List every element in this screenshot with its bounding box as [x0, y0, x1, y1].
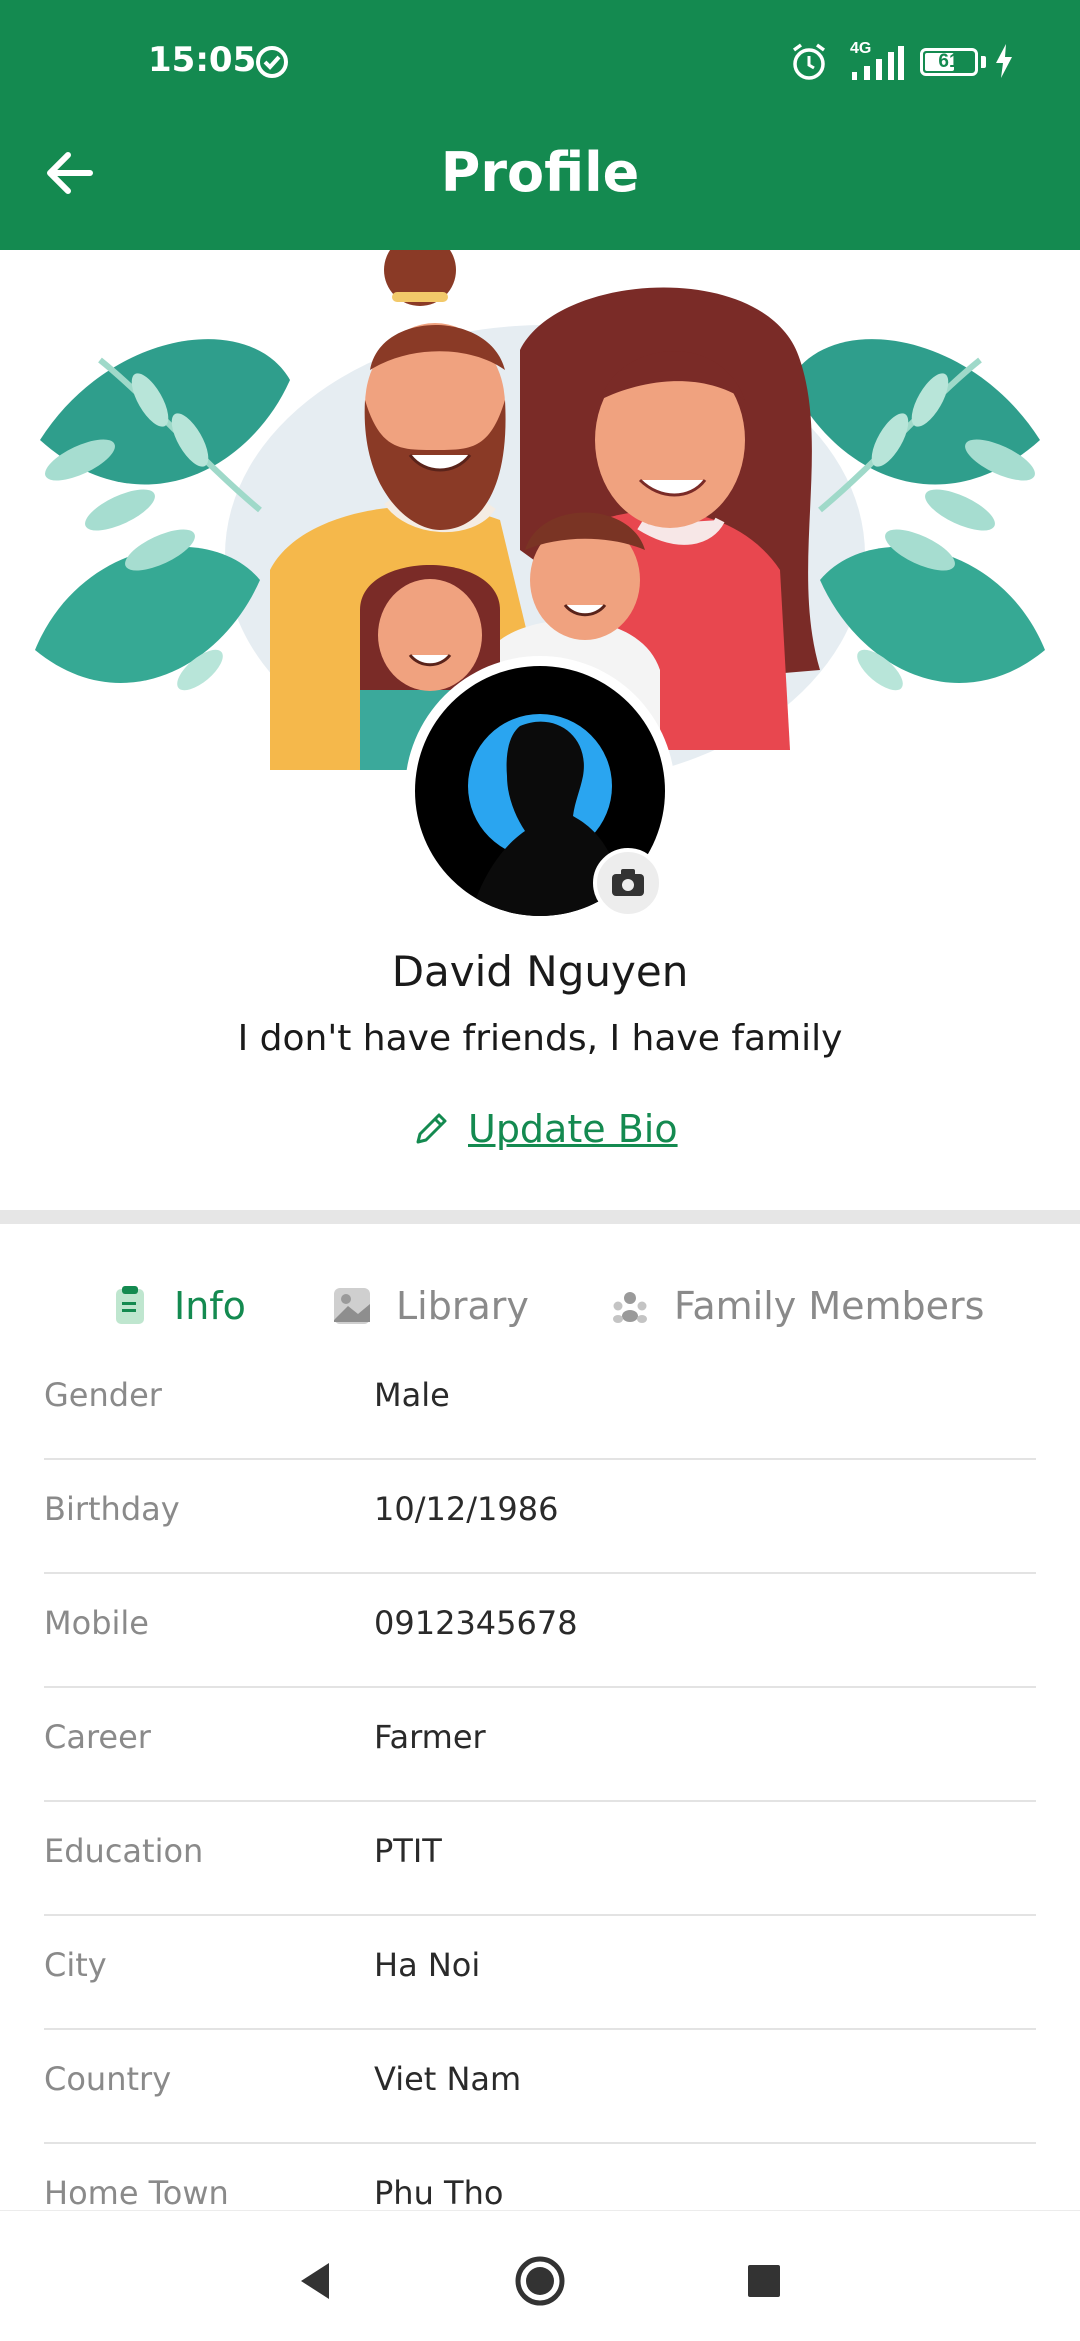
profile-tabs: Info Library Family Members	[0, 1270, 1080, 1342]
tab-info-label: Info	[174, 1284, 246, 1328]
page-title: Profile	[440, 141, 640, 204]
pencil-icon	[416, 1113, 447, 1144]
info-row-gender: Gender Male	[44, 1346, 1036, 1460]
alarm-icon	[790, 42, 828, 87]
info-value: 10/12/1986	[374, 1490, 559, 1528]
info-row-country: Country Viet Nam	[44, 2030, 1036, 2144]
info-row-city: City Ha Noi	[44, 1916, 1036, 2030]
charging-icon	[994, 44, 1014, 83]
info-key: Career	[44, 1718, 151, 1756]
app-header: 15:05 4G 61 Profile	[0, 0, 1080, 250]
info-value: PTIT	[374, 1832, 442, 1870]
nav-recents-button[interactable]	[724, 2241, 804, 2321]
tab-family-members-label: Family Members	[674, 1284, 985, 1328]
sync-icon	[254, 44, 290, 85]
info-value: Male	[374, 1376, 450, 1414]
nav-home-button[interactable]	[500, 2241, 580, 2321]
user-name: David Nguyen	[391, 947, 689, 996]
info-key: Gender	[44, 1376, 162, 1414]
tab-library[interactable]: Library	[332, 1270, 532, 1342]
camera-icon	[612, 869, 644, 896]
info-key: Country	[44, 2060, 172, 2098]
info-row-mobile: Mobile 0912345678	[44, 1574, 1036, 1688]
update-bio-link[interactable]: Update Bio	[412, 1104, 678, 1154]
nav-back-button[interactable]	[275, 2241, 355, 2321]
group-icon	[610, 1286, 650, 1331]
battery-text: 61	[938, 51, 960, 72]
info-value: Phu Tho	[374, 2174, 504, 2212]
update-bio-label: Update Bio	[468, 1107, 678, 1151]
info-value: Ha Noi	[374, 1946, 481, 1984]
tab-library-label: Library	[396, 1284, 529, 1328]
system-nav-bar	[0, 2210, 1080, 2341]
section-divider	[0, 1210, 1080, 1224]
tab-family-members[interactable]: Family Members	[610, 1270, 984, 1342]
info-row-education: Education PTIT	[44, 1802, 1036, 1916]
nav-back-icon	[301, 2263, 329, 2299]
change-photo-button[interactable]	[593, 848, 663, 918]
nav-recents-icon	[748, 2265, 780, 2297]
user-bio: I don't have friends, I have family	[237, 1018, 843, 1059]
image-icon	[332, 1286, 372, 1331]
status-bar: 15:05 4G 61	[0, 0, 1080, 125]
info-key: Home Town	[44, 2174, 229, 2212]
info-key: Birthday	[44, 1490, 180, 1528]
info-row-career: Career Farmer	[44, 1688, 1036, 1802]
battery-cap	[981, 56, 986, 68]
tab-info[interactable]: Info	[110, 1270, 260, 1342]
info-value: Farmer	[374, 1718, 486, 1756]
info-key: Mobile	[44, 1604, 149, 1642]
status-time: 15:05	[148, 40, 257, 80]
info-list: Gender Male Birthday 10/12/1986 Mobile 0…	[44, 1346, 1036, 2256]
signal-icon	[848, 46, 904, 85]
info-key: Education	[44, 1832, 204, 1870]
info-row-birthday: Birthday 10/12/1986	[44, 1460, 1036, 1574]
nav-home-icon	[515, 2256, 565, 2306]
info-value: 0912345678	[374, 1604, 578, 1642]
info-key: City	[44, 1946, 107, 1984]
clipboard-icon	[110, 1286, 150, 1331]
battery-icon: 61	[920, 48, 978, 76]
info-value: Viet Nam	[374, 2060, 522, 2098]
